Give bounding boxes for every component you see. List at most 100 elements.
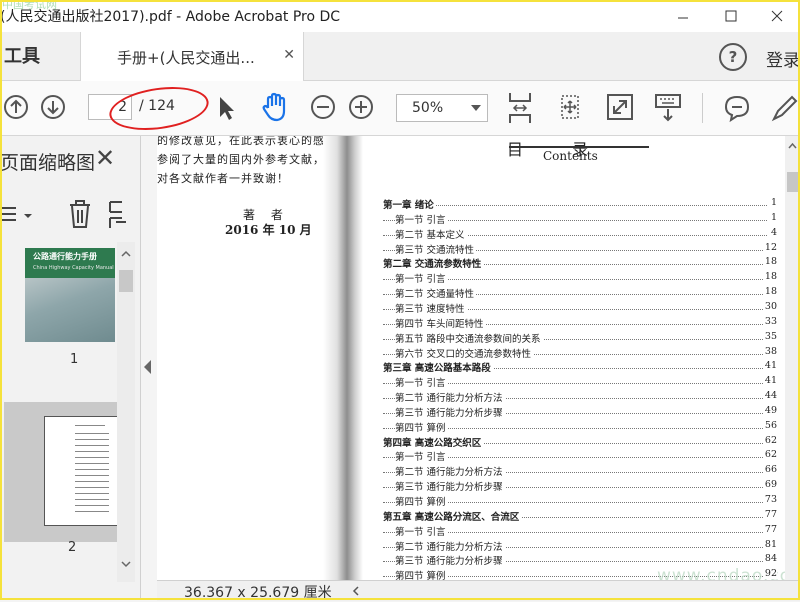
page-thumbnails-panel: 页面缩略图 ✕ 公路通行能力手册 China Highway Capacity … <box>0 136 141 600</box>
scroll-up-arrow-icon[interactable] <box>117 248 135 260</box>
insert-pages-button[interactable] <box>106 200 130 230</box>
select-tool-button[interactable] <box>214 93 238 123</box>
scroll-up-arrow-icon[interactable] <box>785 140 800 152</box>
toc-section-row[interactable]: 第二节 通行能力分析方法 66 <box>383 464 777 479</box>
insert-page-icon <box>109 201 126 228</box>
toc-entry-label: 第四节 算例 <box>395 568 448 580</box>
toc-section-row[interactable]: 第二节 通行能力分析方法 81 <box>383 538 777 553</box>
panel-collapse-icon[interactable] <box>144 360 151 374</box>
tab-tools[interactable]: 工具 <box>4 42 40 68</box>
toc-chapter-row[interactable]: 第四章 高速公路交织区 62 <box>383 434 777 449</box>
thumbnail-line <box>75 481 109 482</box>
toc-chapter-row[interactable]: 第一章 绪论 1 <box>383 197 777 211</box>
toc-section-row[interactable]: 第一节 引言 77 <box>383 523 777 538</box>
toc-entry-label: 第一节 引言 <box>395 375 448 390</box>
delete-pages-button[interactable] <box>66 198 94 230</box>
read-mode-button[interactable] <box>654 93 682 123</box>
prev-page-button[interactable] <box>3 94 29 120</box>
toc-chapter-row[interactable]: 第二章 交通流参数特性 18 <box>383 256 777 271</box>
tab-document[interactable]: 手册+(人民交通出... ✕ <box>80 32 304 81</box>
toc-title-rule <box>509 146 649 148</box>
zoom-value: 50% <box>412 100 444 116</box>
toc-page-number: 92 <box>762 568 777 580</box>
toc-section-row[interactable]: 第六节 交叉口的交通流参数特性 38 <box>383 345 777 360</box>
panel-title: 页面缩略图 <box>0 152 96 174</box>
zoom-select[interactable]: 50% <box>396 94 488 122</box>
document-scroll-thumb[interactable] <box>787 172 798 192</box>
toc-section-row[interactable]: 第四节 算例 56 <box>383 419 777 434</box>
scroll-down-arrow-icon[interactable] <box>117 558 135 570</box>
toc-section-row[interactable]: 第一节 引言 1 <box>383 211 777 226</box>
toc-subtitle: Contents <box>543 149 598 163</box>
toc-section-row[interactable]: 第三节 交通流特性 12 <box>383 241 777 256</box>
hand-tool-button[interactable] <box>260 91 290 123</box>
thumbnail-page-1[interactable]: 公路通行能力手册 China Highway Capacity Manual <box>25 248 115 342</box>
scroll-mode-button[interactable] <box>556 93 584 121</box>
toc-entry-label: 第一节 引言 <box>395 271 448 286</box>
panel-scroll-thumb[interactable] <box>119 270 133 292</box>
thumbnail-line <box>75 511 109 512</box>
close-window-button[interactable] <box>754 0 800 32</box>
maximize-button[interactable] <box>708 0 754 32</box>
zoom-in-button[interactable] <box>348 94 374 120</box>
toc-section-row[interactable]: 第一节 引言 41 <box>383 375 777 390</box>
scroll-left-arrow-icon[interactable] <box>350 584 362 598</box>
cursor-arrow-icon <box>220 97 234 120</box>
next-page-button[interactable] <box>40 94 66 120</box>
zoom-out-button[interactable] <box>310 94 336 120</box>
toc-section-row[interactable]: 第一节 引言 18 <box>383 271 777 286</box>
status-bar: 36.367 x 25.679 厘米 <box>157 580 800 601</box>
toc-section-row[interactable]: 第五节 路段中交通流参数间的关系 35 <box>383 330 777 345</box>
toc-entry-label: 第三章 高速公路基本路段 <box>383 360 493 375</box>
toc-page-number: 35 <box>762 330 777 342</box>
toc-section-row[interactable]: 第四节 算例 73 <box>383 494 777 508</box>
toc-page-number: 30 <box>762 300 777 312</box>
thumbnail-page-2-selected[interactable] <box>4 402 120 542</box>
toc-page-number: 41 <box>762 375 777 387</box>
toc-chapter-row[interactable]: 第五章 高速公路分流区、合流区 77 <box>383 508 777 523</box>
toc-section-row[interactable]: 第三节 速度特性 30 <box>383 300 777 315</box>
toc-page-number: 81 <box>762 538 777 550</box>
chevron-down-icon <box>471 105 481 111</box>
toc-entry-label: 第一节 引言 <box>395 523 448 538</box>
toc-page-number: 73 <box>762 494 777 505</box>
thumbnail-line <box>75 493 109 494</box>
toc-entry-label: 第二节 通行能力分析方法 <box>395 390 505 405</box>
toc-page-number: 66 <box>762 464 777 476</box>
toc-section-row[interactable]: 第三节 通行能力分析步骤 69 <box>383 479 777 494</box>
login-button[interactable]: 登录 <box>766 46 800 71</box>
toc-chapter-row[interactable]: 第三章 高速公路基本路段 41 <box>383 360 777 375</box>
toc-entry-label: 第二节 通行能力分析方法 <box>395 464 505 479</box>
panel-close-icon[interactable]: ✕ <box>95 144 115 172</box>
tab-document-label: 手册+(人民交通出... <box>117 49 255 67</box>
close-icon <box>771 10 783 22</box>
toc-entry-label: 第二章 交通流参数特性 <box>383 256 484 271</box>
toc-section-row[interactable]: 第三节 通行能力分析步骤 49 <box>383 404 777 419</box>
toc-page-number: 49 <box>762 404 777 416</box>
toc-section-row[interactable]: 第二节 基本定义 4 <box>383 226 777 241</box>
document-scrollbar[interactable] <box>785 136 800 582</box>
panel-options-button[interactable] <box>0 202 36 230</box>
document-viewport[interactable]: 的修改意见，在此表示衷心的感谢。 参阅了大量的国内外参考文献， 对各文献作者一并… <box>157 136 785 580</box>
left-page-line: 的修改意见，在此表示衷心的感谢。 <box>157 136 349 147</box>
minimize-button[interactable] <box>660 0 706 32</box>
page-view-button[interactable] <box>506 91 534 125</box>
toc-section-row[interactable]: 第四节 车头间距特性 33 <box>383 315 777 330</box>
minimize-icon <box>678 17 688 19</box>
toolbar-divider <box>702 93 703 123</box>
thumbnail-page-number: 1 <box>70 352 79 367</box>
comment-button[interactable] <box>722 93 752 123</box>
keyboard-down-icon <box>655 94 681 122</box>
toc-section-row[interactable]: 第一节 引言 62 <box>383 449 777 464</box>
toc-section-row[interactable]: 第二节 通行能力分析方法 44 <box>383 390 777 405</box>
panel-scrollbar[interactable] <box>117 242 135 582</box>
highlight-button[interactable] <box>770 93 800 123</box>
full-screen-button[interactable] <box>606 93 634 121</box>
thumbnail-line <box>75 475 109 476</box>
maximize-icon <box>725 10 737 22</box>
toc-section-row[interactable]: 第二节 交通量特性 18 <box>383 286 777 301</box>
help-button[interactable]: ? <box>719 43 747 71</box>
trash-icon <box>70 200 90 228</box>
toc-entry-label: 第四节 算例 <box>395 494 448 508</box>
tab-close-icon[interactable]: ✕ <box>283 47 295 63</box>
